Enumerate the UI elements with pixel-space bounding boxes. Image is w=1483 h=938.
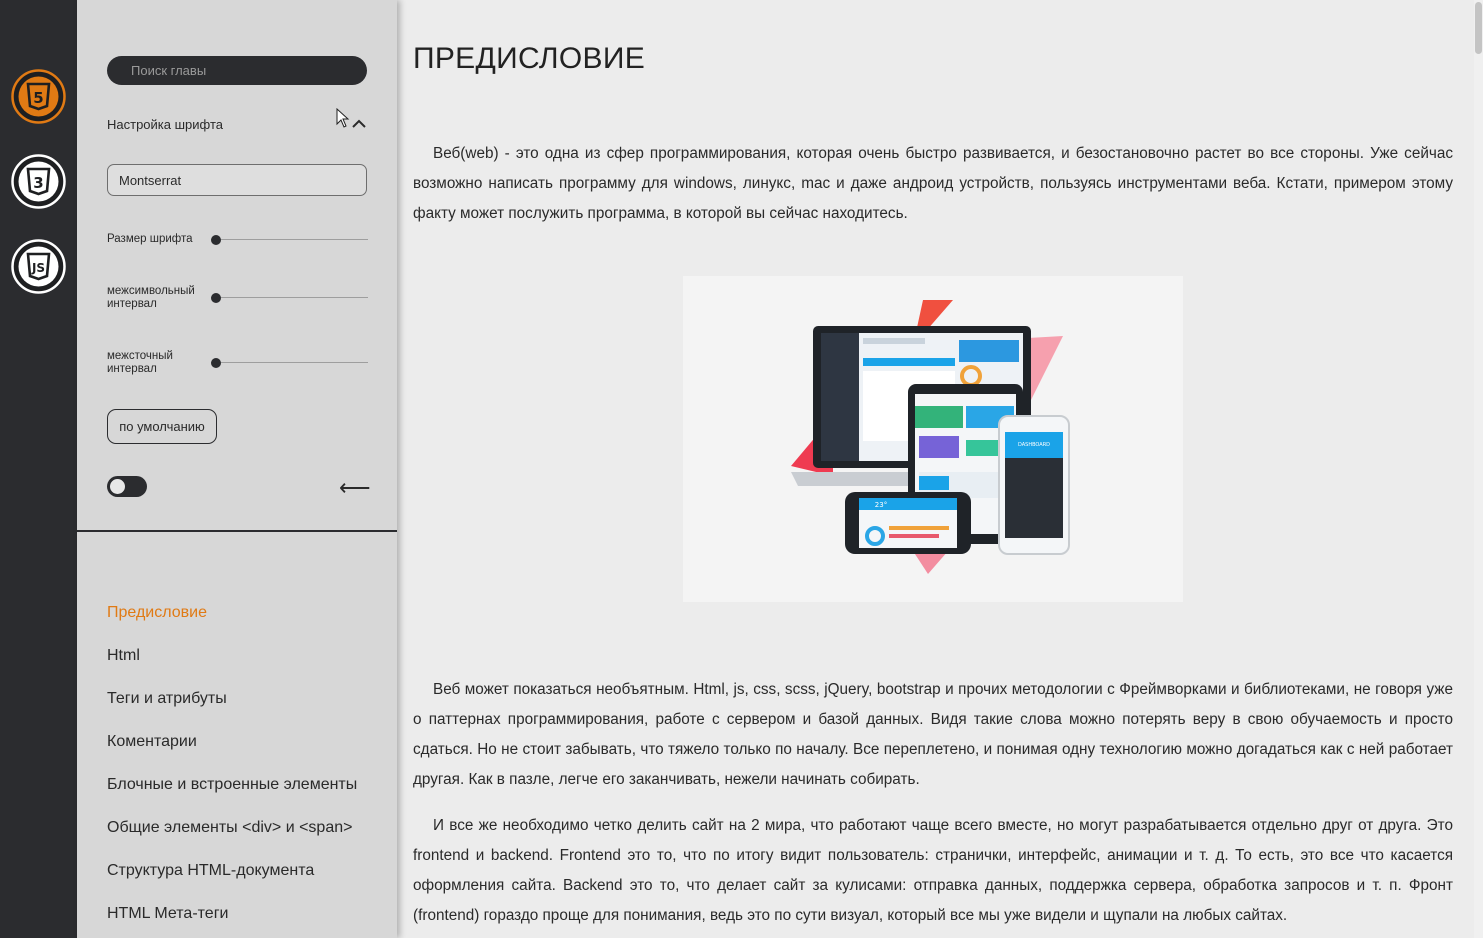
vertical-scrollbar[interactable] <box>1474 0 1483 938</box>
font-settings-label: Настройка шрифта <box>107 117 223 132</box>
tech-rail: 5 3 JS <box>0 0 77 938</box>
slider-track <box>211 239 368 240</box>
javascript-icon[interactable]: JS <box>11 239 66 294</box>
chapter-item-preface[interactable]: Предисловие <box>107 604 357 647</box>
page-title: ПРЕДИСЛОВИЕ <box>413 42 646 75</box>
toggle-knob <box>110 479 125 494</box>
mouse-cursor-icon <box>336 108 350 128</box>
paragraph-web-overview: Веб может показаться необъятным. Html, j… <box>413 681 1453 788</box>
slider-thumb[interactable] <box>211 235 221 245</box>
paragraph-intro: Веб(web) - это одна из сфер программиров… <box>413 145 1453 222</box>
slider-thumb[interactable] <box>211 293 221 303</box>
collapse-panel-arrow-icon[interactable]: ⟵ <box>339 477 371 499</box>
line-height-slider[interactable] <box>211 358 368 368</box>
paragraph-frontend-backend: И все же необходимо четко делить сайт на… <box>413 817 1453 924</box>
chapter-item-document-structure[interactable]: Структура HTML-документа <box>107 862 357 905</box>
css3-glyph: 3 <box>33 174 43 192</box>
dashboard-label: DASHBOARD <box>1018 442 1050 448</box>
line-height-label: межсточный интервал <box>107 350 173 375</box>
scrollbar-thumb[interactable] <box>1475 2 1482 54</box>
chevron-up-icon[interactable] <box>352 118 366 128</box>
chapter-item-meta-tags[interactable]: HTML Мета-теги <box>107 905 357 938</box>
chapter-item-html[interactable]: Html <box>107 647 357 690</box>
theme-toggle[interactable] <box>107 476 147 497</box>
chapter-item-tags-attributes[interactable]: Теги и атрибуты <box>107 690 357 733</box>
responsive-devices-image: DASHBOARD 23° <box>683 276 1183 602</box>
html5-glyph: 5 <box>33 89 43 107</box>
font-size-label: Размер шрифта <box>107 233 193 245</box>
settings-panel: Настройка шрифта Montserrat Размер шрифт… <box>77 0 397 938</box>
panel-divider <box>77 530 397 532</box>
chapter-list: Предисловие Html Теги и атрибуты Комента… <box>107 604 357 938</box>
font-family-select[interactable]: Montserrat <box>107 164 367 196</box>
slider-thumb[interactable] <box>211 358 221 368</box>
html5-icon[interactable]: 5 <box>11 69 66 124</box>
temperature-label: 23° <box>875 501 887 509</box>
slider-track <box>211 362 368 363</box>
chapter-item-div-span[interactable]: Общие элементы <div> и <span> <box>107 819 357 862</box>
reset-defaults-button[interactable]: по умолчанию <box>107 409 217 444</box>
font-size-slider[interactable] <box>211 235 368 245</box>
chapter-item-comments[interactable]: Коментарии <box>107 733 357 776</box>
letter-spacing-label: межсимвольный интервал <box>107 285 195 310</box>
letter-spacing-slider[interactable] <box>211 293 368 303</box>
javascript-glyph: JS <box>31 261 45 275</box>
css3-icon[interactable]: 3 <box>11 154 66 209</box>
slider-track <box>211 297 368 298</box>
chapter-search-input[interactable] <box>107 56 367 85</box>
chapter-item-block-inline[interactable]: Блочные и встроенные элементы <box>107 776 357 819</box>
